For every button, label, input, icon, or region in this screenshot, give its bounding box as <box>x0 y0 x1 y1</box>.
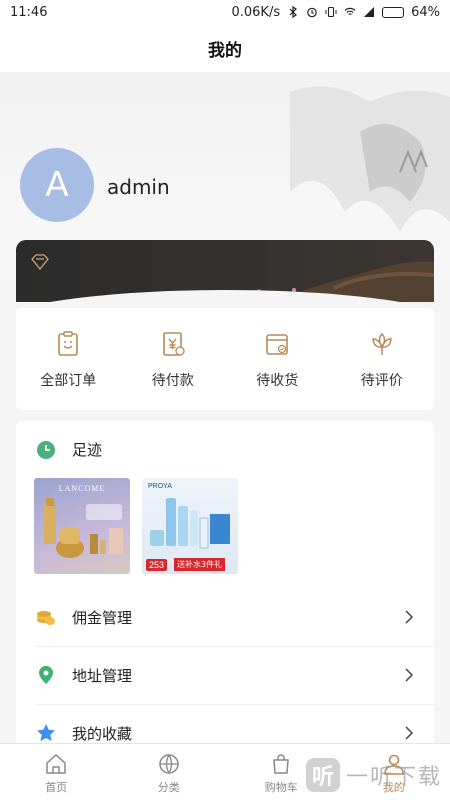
footprint-list: LANCOME PROYA 253 送补水3件礼 <box>16 460 434 574</box>
lotus-icon <box>371 332 392 355</box>
lancome-product-image <box>44 498 123 558</box>
order-unreceived[interactable]: 待收货 <box>225 308 330 410</box>
footprint-header[interactable]: 足迹 <box>16 421 434 460</box>
coins-icon <box>37 611 55 625</box>
avatar[interactable]: A <box>20 148 94 222</box>
chevron-right-icon <box>405 668 414 682</box>
username: admin <box>107 175 170 199</box>
order-unreceived-label: 待收货 <box>256 373 299 389</box>
product-price: 253 <box>146 559 168 571</box>
menu-address-label: 地址管理 <box>72 666 133 685</box>
bluetooth-icon <box>289 6 298 18</box>
vibrate-icon <box>325 6 337 18</box>
network-speed: 0.06K/s <box>231 4 281 20</box>
diamond-icon <box>31 254 49 270</box>
status-icons: 0.06K/s 64% <box>231 5 440 20</box>
watermark-logo: 听 <box>305 758 340 792</box>
orders-card: 全部订单 待付款 待收货 待评价 <box>16 308 434 410</box>
footprint-product-lancome[interactable]: LANCOME <box>34 478 130 574</box>
battery-indicator <box>382 6 405 18</box>
alarm-icon <box>307 7 317 18</box>
ink-painting-decoration <box>290 86 450 232</box>
yen-bill-icon <box>162 332 185 356</box>
cart-icon <box>273 754 290 774</box>
watermark-text: 一听下载 <box>345 765 442 790</box>
category-icon <box>159 754 179 774</box>
order-all[interactable]: 全部订单 <box>16 308 121 410</box>
tab-home[interactable]: 首页 <box>0 744 113 800</box>
product-promo: 送补水3件礼 <box>174 558 226 571</box>
tab-cart-label: 购物车 <box>264 781 298 794</box>
profile-header: A admin <box>0 72 450 302</box>
status-bar: 11:46 0.06K/s 64% <box>0 0 450 24</box>
list-card: 足迹 LANCOME PROYA 253 送补水3件礼 佣金管理 地址管理 我的… <box>16 421 434 751</box>
menu-commission[interactable]: 佣金管理 <box>16 588 434 646</box>
nav-bar: 我的 <box>0 24 450 72</box>
order-unpaid-label: 待付款 <box>151 373 194 389</box>
tab-category-label: 分类 <box>157 781 180 794</box>
chevron-right-icon <box>405 726 414 740</box>
menu-commission-label: 佣金管理 <box>72 608 133 627</box>
order-all-label: 全部订单 <box>40 373 97 389</box>
signal-icon <box>364 7 375 17</box>
clipboard-icon <box>58 331 79 356</box>
footprint-product-proya[interactable]: PROYA 253 送补水3件礼 <box>142 478 238 574</box>
menu-address[interactable]: 地址管理 <box>16 646 434 704</box>
watermark: 听 一听下载 <box>305 758 442 792</box>
wifi-icon <box>344 7 356 15</box>
menu-favorites-label: 我的收藏 <box>72 724 133 743</box>
order-unreviewed[interactable]: 待评价 <box>330 308 435 410</box>
order-unpaid[interactable]: 待付款 <box>121 308 226 410</box>
battery-percent: 64% <box>411 4 440 20</box>
status-time: 11:46 <box>10 4 48 20</box>
star-icon <box>37 724 55 741</box>
box-icon <box>266 334 289 355</box>
order-unreviewed-label: 待评价 <box>360 373 403 389</box>
tab-category[interactable]: 分类 <box>113 744 226 800</box>
tab-home-label: 首页 <box>45 781 68 794</box>
chevron-right-icon <box>405 610 414 624</box>
location-pin-icon <box>39 666 53 684</box>
clock-icon <box>37 440 55 459</box>
footprint-title: 足迹 <box>72 441 103 459</box>
home-icon <box>46 753 66 774</box>
page-title: 我的 <box>208 40 242 61</box>
